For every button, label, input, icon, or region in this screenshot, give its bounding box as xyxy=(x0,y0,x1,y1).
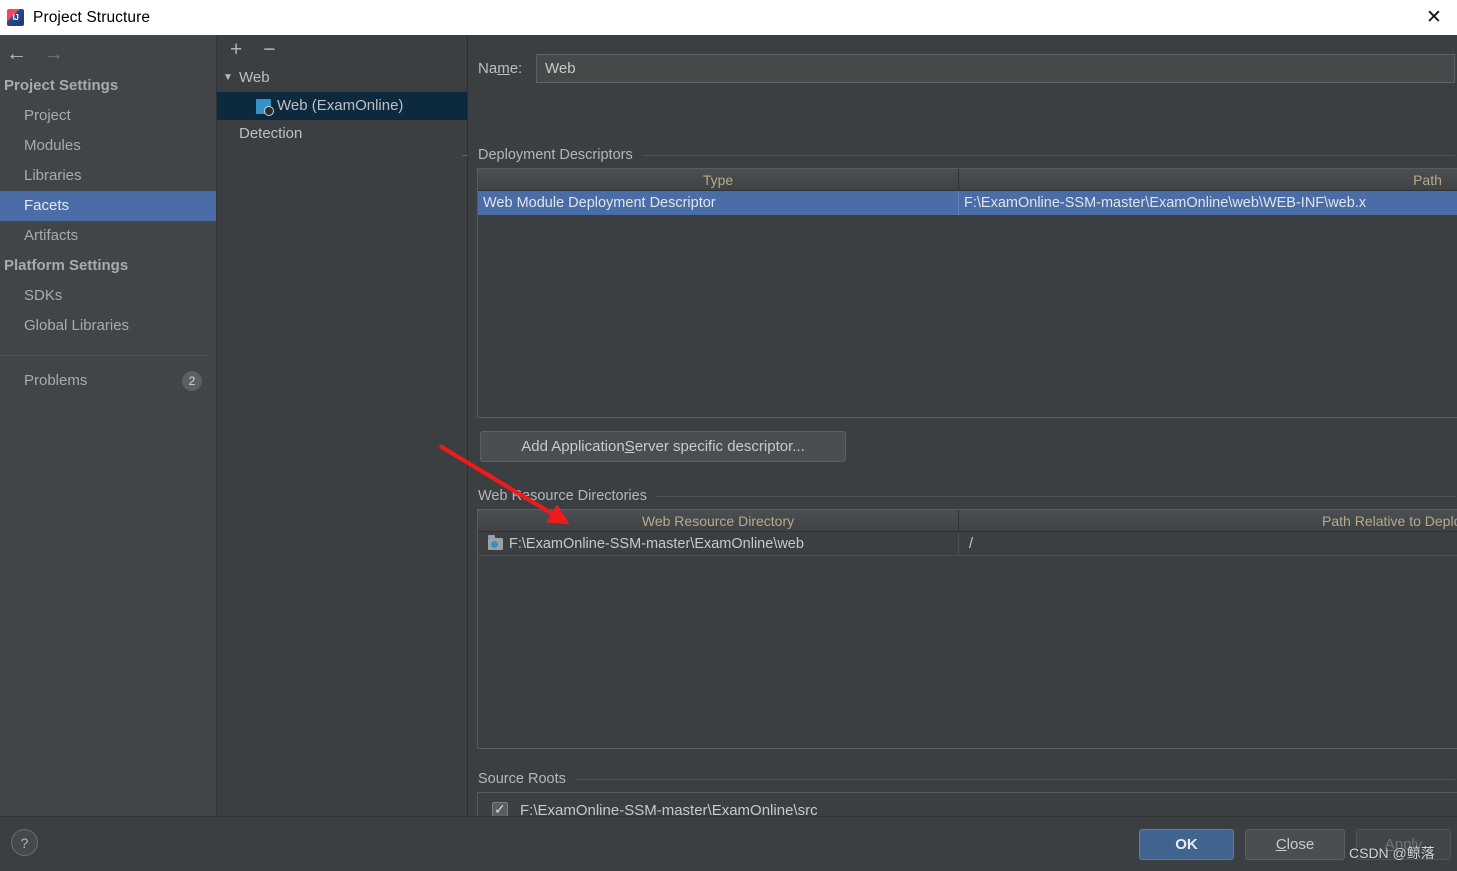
tree-node-web-examonline[interactable]: Web (ExamOnline) xyxy=(217,92,467,120)
back-arrow-icon[interactable]: ← xyxy=(6,43,27,64)
source-roots-section-title: Source Roots xyxy=(478,771,1455,787)
project-structure-dialog: ← → Project Settings Project Modules Lib… xyxy=(0,35,1457,871)
column-header-path[interactable]: Path xyxy=(958,169,1457,190)
web-facet-icon xyxy=(256,98,274,116)
close-button[interactable]: Close xyxy=(1245,829,1345,860)
table-header-row: Web Resource Directory Path Relative to … xyxy=(478,510,1457,532)
add-application-server-descriptor-button[interactable]: Add Application Server specific descript… xyxy=(480,431,846,462)
cell-web-resource-directory: F:\ExamOnline-SSM-master\ExamOnline\web xyxy=(478,532,958,555)
sidebar-group-project-settings: Project Settings xyxy=(4,77,119,94)
sidebar-item-global-libraries[interactable]: Global Libraries xyxy=(0,311,216,341)
sidebar-item-modules[interactable]: Modules xyxy=(0,131,216,161)
sidebar-item-sdks[interactable]: SDKs xyxy=(0,281,216,311)
cell-type: Web Module Deployment Descriptor xyxy=(483,195,716,211)
forward-arrow-icon[interactable]: → xyxy=(43,43,64,64)
table-header-row: Type Path xyxy=(478,169,1457,191)
web-resource-directories-table[interactable]: Web Resource Directory Path Relative to … xyxy=(477,509,1457,749)
section-label: Deployment Descriptors xyxy=(478,147,633,163)
web-resource-directories-section-title: Web Resource Directories xyxy=(478,488,1455,504)
facet-detail-panel: Name: Deployment Descriptors Type Path W… xyxy=(468,35,1457,848)
sidebar-item-label: Problems xyxy=(24,372,88,389)
deployment-descriptors-section-title: Deployment Descriptors xyxy=(478,147,1455,163)
column-header-type[interactable]: Type xyxy=(478,169,958,190)
settings-sidebar: ← → Project Settings Project Modules Lib… xyxy=(0,35,217,816)
help-icon[interactable]: ? xyxy=(11,829,38,856)
section-rule xyxy=(574,778,1455,780)
folder-icon xyxy=(488,535,503,550)
facets-tree-panel: + − ▼ Web Web (ExamOnline) Detection xyxy=(217,35,557,816)
name-label-part-1: Na xyxy=(478,59,498,77)
name-label-part-2: e: xyxy=(509,59,523,77)
sidebar-item-project[interactable]: Project xyxy=(0,101,216,131)
column-header-web-resource-directory[interactable]: Web Resource Directory xyxy=(478,510,958,531)
cell-path: F:\ExamOnline-SSM-master\ExamOnline\web\… xyxy=(958,191,1457,215)
facet-name-row: Name: xyxy=(478,53,1455,83)
section-rule xyxy=(641,154,1455,156)
button-label-part-1: Add Application xyxy=(521,438,625,455)
button-label-mnemonic: S xyxy=(624,438,635,455)
name-label-mnemonic: m xyxy=(497,59,510,77)
close-icon[interactable]: ✕ xyxy=(1411,0,1457,34)
dialog-footer: ? OK Close Apply xyxy=(0,816,1457,871)
button-label-part-2: erver specific descriptor... xyxy=(634,438,805,455)
table-row[interactable]: Web Module Deployment Descriptor F:\Exam… xyxy=(478,191,1457,215)
sidebar-group-platform-settings: Platform Settings xyxy=(4,257,129,274)
sidebar-item-libraries[interactable]: Libraries xyxy=(0,161,216,191)
sidebar-item-facets[interactable]: Facets xyxy=(0,191,216,221)
window-title: Project Structure xyxy=(33,8,151,26)
problems-count-badge: 2 xyxy=(182,371,202,391)
csdn-watermark: CSDN @鲸落 xyxy=(1349,845,1435,861)
chevron-down-icon[interactable]: ▼ xyxy=(217,64,239,92)
section-label: Web Resource Directories xyxy=(478,488,647,504)
column-header-path-relative[interactable]: Path Relative to Deployment Root xyxy=(958,510,1457,531)
tree-node-detection[interactable]: Detection xyxy=(217,120,467,148)
tree-node-label: Web (ExamOnline) xyxy=(277,97,404,114)
facet-name-input[interactable] xyxy=(536,53,1455,83)
intellij-idea-icon xyxy=(7,9,24,26)
remove-facet-icon[interactable]: − xyxy=(263,39,275,60)
section-label: Source Roots xyxy=(478,771,566,787)
cell-directory-text: F:\ExamOnline-SSM-master\ExamOnline\web xyxy=(509,536,804,552)
table-row[interactable]: F:\ExamOnline-SSM-master\ExamOnline\web … xyxy=(478,532,1457,556)
close-button-label: lose xyxy=(1286,836,1315,853)
window-title-bar: Project Structure ✕ xyxy=(0,0,1457,35)
close-button-mnemonic: C xyxy=(1275,836,1287,853)
add-facet-icon[interactable]: + xyxy=(230,39,242,60)
sidebar-item-problems[interactable]: Problems 2 xyxy=(0,366,216,396)
deployment-descriptors-table[interactable]: Type Path Web Module Deployment Descript… xyxy=(477,168,1457,418)
cell-relative-path: / xyxy=(958,532,1457,555)
sidebar-item-artifacts[interactable]: Artifacts xyxy=(0,221,216,251)
facet-name-label: Name: xyxy=(478,60,536,77)
sidebar-divider xyxy=(0,355,206,356)
tree-node-label: Web xyxy=(239,69,270,86)
navigation-arrows: ← → xyxy=(0,35,216,71)
tree-node-web-group[interactable]: ▼ Web xyxy=(217,64,467,92)
ok-button[interactable]: OK xyxy=(1139,829,1234,860)
section-rule xyxy=(655,495,1455,497)
tree-node-label: Detection xyxy=(239,125,303,142)
facets-tree-toolbar: + − xyxy=(217,35,467,64)
